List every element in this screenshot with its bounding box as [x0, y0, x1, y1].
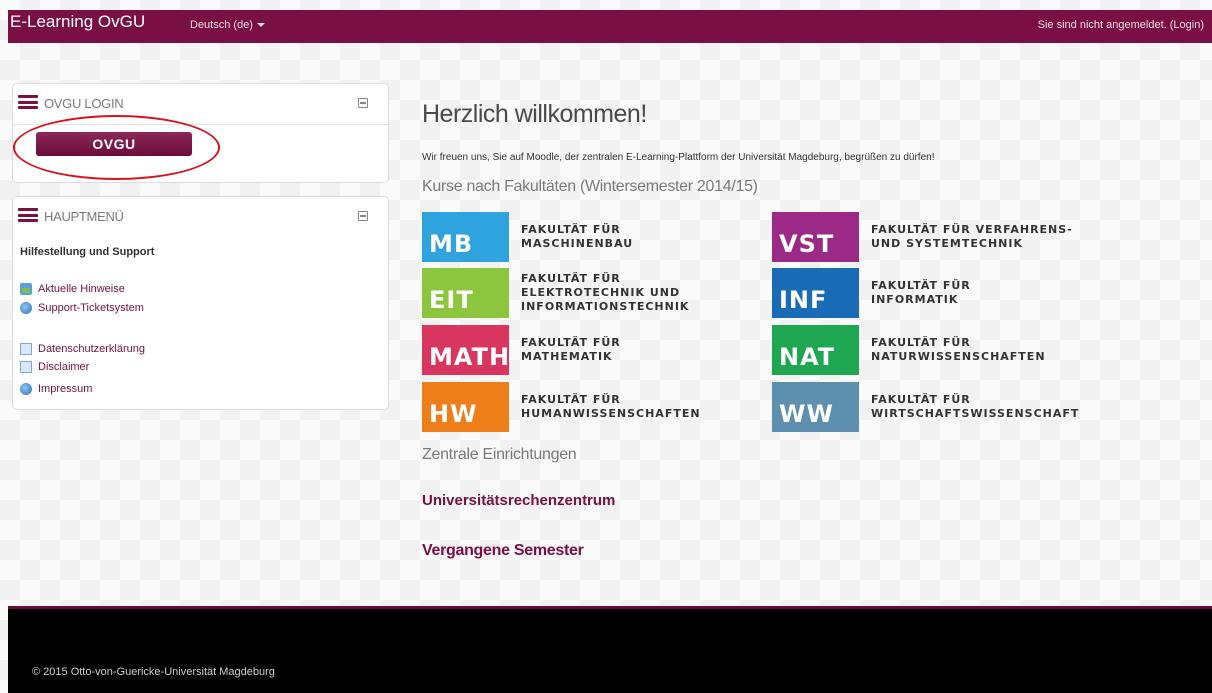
globe-icon [20, 302, 32, 314]
computing-center-link[interactable]: Universitätsrechenzentrum [422, 492, 615, 509]
faculty-label: FAKULTÄT FÜR NATURWISSENSCHAFTEN [871, 336, 1046, 363]
faculty-tile: NAT [772, 325, 859, 375]
footer: © 2015 Otto-von-Guericke-Universität Mag… [8, 606, 1212, 693]
faculty-label: FAKULTÄT FÜR INFORMATIK [871, 279, 971, 306]
faculty-tile: VST [772, 212, 859, 262]
intro-text: Wir freuen uns, Sie auf Moodle, der zent… [422, 152, 935, 163]
faculty-ww[interactable]: WW FAKULTÄT FÜR WIRTSCHAFTSWISSENSCHAFT [772, 382, 1079, 432]
menu-item-label: Impressum [38, 383, 93, 395]
menu-section-heading: Hilfestellung und Support [20, 246, 155, 258]
copyright-text: © 2015 Otto-von-Guericke-Universität Mag… [32, 666, 275, 678]
faculty-label: FAKULTÄT FÜR WIRTSCHAFTSWISSENSCHAFT [871, 393, 1080, 420]
page-icon [20, 343, 32, 355]
faculty-label: FAKULTÄT FÜR HUMANWISSENSCHAFTEN [521, 393, 701, 420]
faculty-tile: INF [772, 268, 859, 318]
menu-item-label: Disclaimer [38, 361, 90, 373]
chevron-down-icon [256, 23, 265, 28]
block-title: HAUPTMENÜ [44, 209, 124, 224]
collapse-icon[interactable] [358, 211, 368, 221]
globe-icon [20, 383, 32, 395]
courses-heading: Kurse nach Fakultäten (Wintersemester 20… [422, 178, 758, 195]
faculty-label: FAKULTÄT FÜR ELEKTROTECHNIK UND INFORMATIO… [521, 272, 690, 313]
news-icon [20, 283, 32, 295]
faculty-math[interactable]: MATH FAKULTÄT FÜR MATHEMATIK [422, 325, 621, 375]
faculty-label: FAKULTÄT FÜR MASCHINENBAU [521, 223, 634, 250]
faculty-vst[interactable]: VST FAKULTÄT FÜR VERFAHRENS- UND SYSTEMTE… [772, 212, 1073, 262]
language-selector[interactable]: Deutsch (de) [190, 19, 265, 31]
menu-item-impressum[interactable]: Impressum [20, 382, 92, 396]
collapse-icon[interactable] [358, 98, 368, 108]
faculty-inf[interactable]: INF FAKULTÄT FÜR INFORMATIK [772, 268, 971, 318]
menu-item-datenschutz[interactable]: Datenschutzerklärung [20, 342, 145, 356]
site-brand[interactable]: E-Learning OvGU [10, 12, 145, 32]
hamburger-icon[interactable] [18, 95, 38, 109]
past-semesters-link[interactable]: Vergangene Semester [422, 542, 584, 560]
faculty-tile: HW [422, 382, 509, 432]
language-label: Deutsch (de) [190, 19, 253, 31]
faculty-tile: MATH [422, 325, 509, 375]
login-status-text: Sie sind nicht angemeldet. [1037, 19, 1167, 31]
menu-item-label: Datenschutzerklärung [38, 343, 146, 355]
faculty-eit[interactable]: EIT FAKULTÄT FÜR ELEKTROTECHNIK UND INFORM… [422, 268, 689, 318]
faculty-nat[interactable]: NAT FAKULTÄT FÜR NATURWISSENSCHAFTEN [772, 325, 1046, 375]
faculty-label: FAKULTÄT FÜR VERFAHRENS- UND SYSTEMTECHNI… [871, 223, 1073, 250]
faculty-tile: WW [772, 382, 859, 432]
faculty-tile: MB [422, 212, 509, 262]
central-heading: Zentrale Einrichtungen [422, 446, 577, 463]
login-status: Sie sind nicht angemeldet. (Login) [1038, 19, 1204, 31]
page-icon [20, 361, 32, 373]
page-title: Herzlich willkommen! [422, 100, 647, 128]
top-navbar: E-Learning OvGU Deutsch (de) Sie sind ni… [8, 10, 1212, 43]
annotation-ellipse [13, 115, 220, 180]
faculty-label: FAKULTÄT FÜR MATHEMATIK [521, 336, 621, 363]
block-title: OVGU LOGIN [44, 96, 124, 111]
menu-item-disclaimer[interactable]: Disclaimer [20, 360, 89, 374]
hamburger-icon[interactable] [18, 208, 38, 222]
faculty-hw[interactable]: HW FAKULTÄT FÜR HUMANWISSENSCHAFTEN [422, 382, 701, 432]
menu-item-aktuelle-hinweise[interactable]: Aktuelle Hinweise [20, 282, 125, 296]
login-link[interactable]: (Login) [1170, 19, 1204, 31]
faculty-mb[interactable]: MB FAKULTÄT FÜR MASCHINENBAU [422, 212, 633, 262]
faculty-tile: EIT [422, 268, 509, 318]
block-header: HAUPTMENÜ [13, 197, 388, 229]
menu-item-label: Support-Ticketsystem [38, 302, 144, 314]
block-header: OVGU LOGIN [13, 84, 388, 116]
menu-item-support-ticketsystem[interactable]: Support-Ticketsystem [20, 301, 144, 315]
menu-item-label: Aktuelle Hinweise [38, 283, 125, 295]
